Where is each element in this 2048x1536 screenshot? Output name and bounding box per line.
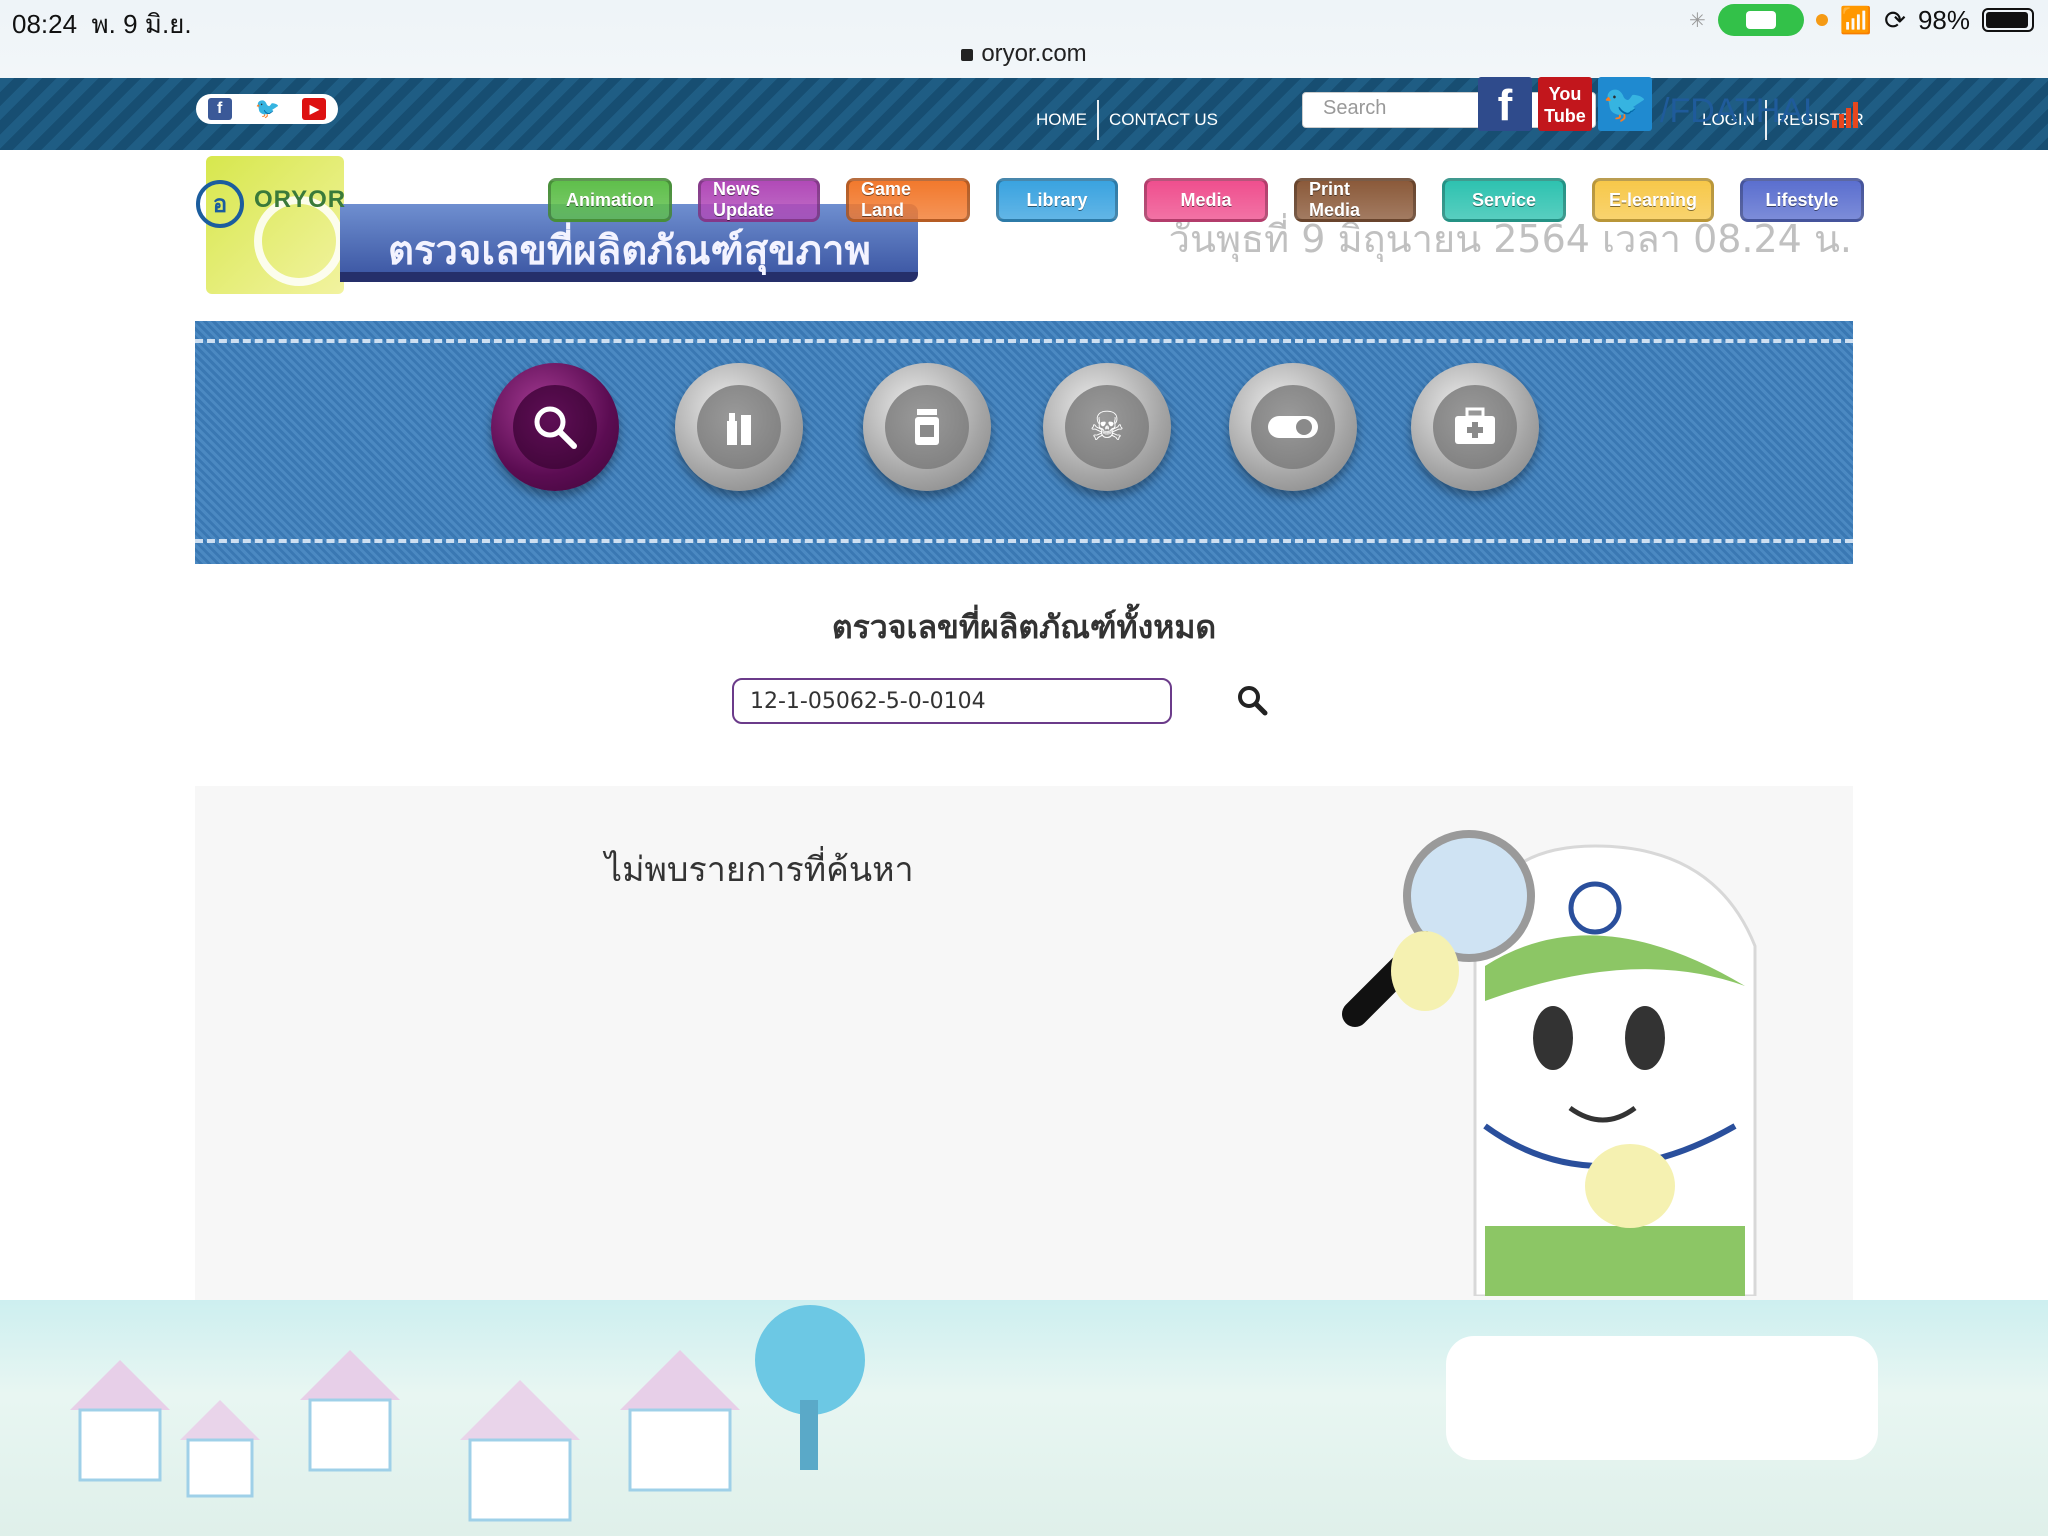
twitter-icon[interactable]: 🐦 xyxy=(254,98,280,120)
result-panel: ไม่พบรายการที่ค้นหา xyxy=(195,786,1853,1300)
menu-print-media[interactable]: Print Media xyxy=(1294,178,1416,222)
category-first-aid-button[interactable] xyxy=(1411,363,1539,491)
search-icon xyxy=(1238,686,1268,716)
youtube-icon[interactable]: You Tube xyxy=(1538,77,1592,131)
category-medicine-button[interactable] xyxy=(863,363,991,491)
rotation-lock-icon: ⟳ xyxy=(1884,4,1906,35)
battery-icon xyxy=(1982,8,2034,32)
facebook-icon[interactable]: f xyxy=(1478,77,1532,131)
menu-lifestyle[interactable]: Lifestyle xyxy=(1740,178,1864,222)
category-hazard-button[interactable]: ☠ xyxy=(1043,363,1171,491)
banner-title: ตรวจเลขที่ผลิตภัณฑ์สุขภาพ xyxy=(388,228,871,274)
logo-text[interactable]: ORYOR xyxy=(254,186,346,214)
footer xyxy=(0,1300,2048,1536)
wifi-icon: 📶 xyxy=(1839,4,1873,35)
category-band: ☠ xyxy=(195,321,1853,564)
village-illustration xyxy=(70,1305,865,1522)
cosmetics-icon xyxy=(697,385,781,469)
footer-social-box xyxy=(1446,1336,1878,1460)
category-device-button[interactable] xyxy=(1229,363,1357,491)
menu-e-learning[interactable]: E-learning xyxy=(1592,178,1714,222)
menu-news-update[interactable]: News Update xyxy=(698,178,820,222)
address-bar[interactable]: oryor.com xyxy=(0,40,2048,68)
category-cosmetics-button[interactable] xyxy=(675,363,803,491)
search-icon xyxy=(513,385,597,469)
home-link[interactable]: HOME xyxy=(1036,110,1087,130)
stitch-line xyxy=(195,339,1853,343)
loading-icon: ✳ xyxy=(1689,9,1706,32)
skull-icon: ☠ xyxy=(1065,385,1149,469)
menu-animation[interactable]: Animation xyxy=(548,178,672,222)
section-menu: Animation News Update Game Land Library … xyxy=(548,178,1864,222)
product-search-button[interactable] xyxy=(1230,678,1274,722)
mascot-illustration xyxy=(1342,830,1757,1296)
contact-link[interactable]: CONTACT US xyxy=(1109,110,1218,130)
camera-indicator-icon xyxy=(1717,4,1804,36)
mic-dot-icon xyxy=(1815,14,1828,26)
menu-library[interactable]: Library xyxy=(996,178,1118,222)
search-section-title: ตรวจเลขที่ผลิตภัณฑ์ทั้งหมด xyxy=(831,608,1217,646)
url-text: oryor.com xyxy=(981,40,1087,67)
status-time: 08:24 พ. 9 มิ.ย. xyxy=(12,9,192,39)
twitter-icon[interactable]: 🐦 xyxy=(1598,77,1652,131)
medicine-bottle-icon xyxy=(885,385,969,469)
status-icons: ✳ 📶 ⟳ 98% xyxy=(1689,4,2034,36)
stitch-line xyxy=(195,539,1853,543)
toggle-icon xyxy=(1251,385,1335,469)
menu-media[interactable]: Media xyxy=(1144,178,1268,222)
category-search-button[interactable] xyxy=(491,363,619,491)
youtube-icon[interactable]: ▶ xyxy=(302,98,327,120)
social-links: f 🐦 ▶ xyxy=(196,94,338,124)
divider xyxy=(1097,100,1099,140)
menu-service[interactable]: Service xyxy=(1442,178,1566,222)
oryor-logo-icon[interactable]: อ xyxy=(196,180,244,228)
battery-percent: 98% xyxy=(1917,4,1970,35)
product-code-input[interactable] xyxy=(732,678,1172,724)
no-result-message: ไม่พบรายการที่ค้นหา xyxy=(605,850,914,890)
equalizer-icon xyxy=(1832,100,1860,128)
first-aid-kit-icon xyxy=(1433,385,1517,469)
fdathai-handle[interactable]: /FDATHAI xyxy=(1660,92,1812,131)
lock-icon xyxy=(961,49,974,61)
main-links: HOME CONTACT US xyxy=(1036,100,1218,140)
menu-game-land[interactable]: Game Land xyxy=(846,178,970,222)
status-bar: 08:24 พ. 9 มิ.ย. ✳ 📶 ⟳ 98% oryor.com xyxy=(0,0,2048,78)
facebook-icon[interactable]: f xyxy=(207,98,232,120)
